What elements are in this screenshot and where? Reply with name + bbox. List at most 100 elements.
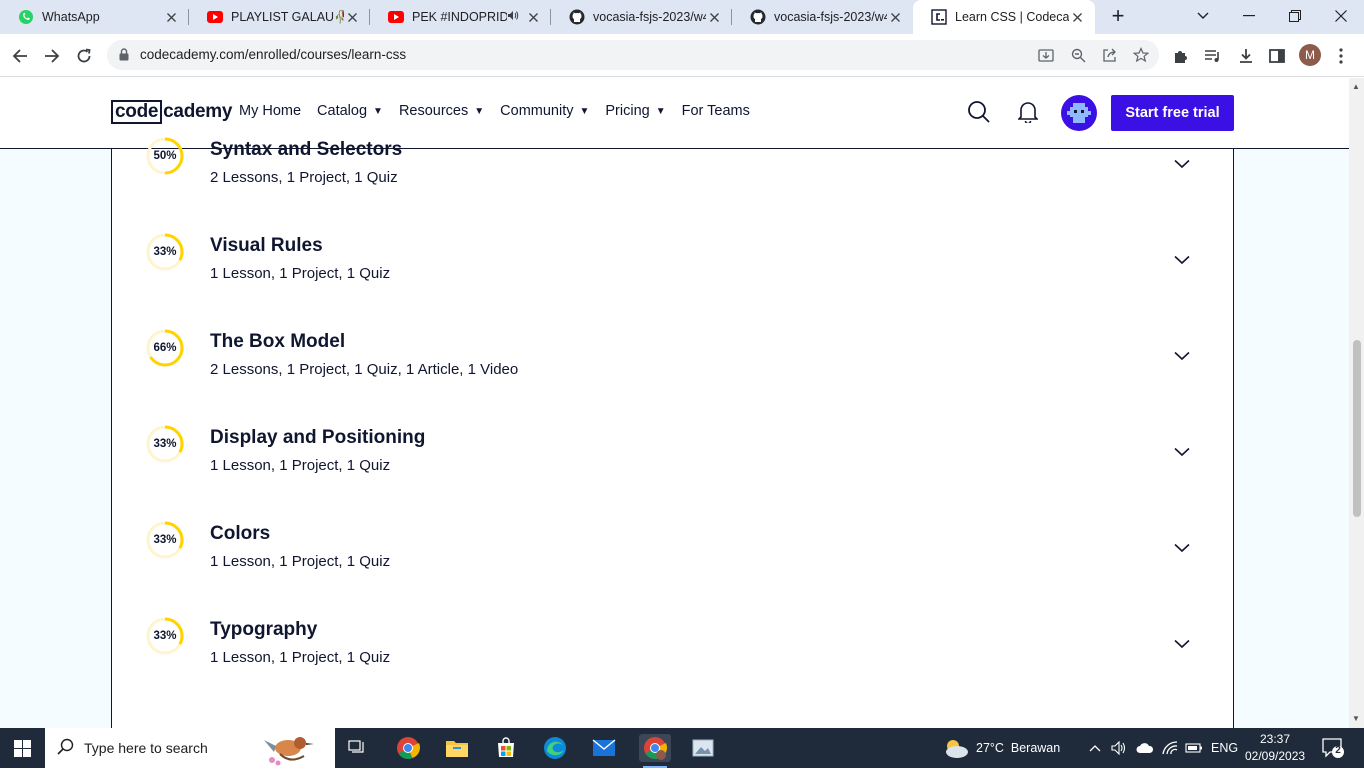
progress-percent: 50%: [153, 150, 177, 162]
module-row[interactable]: 33% Colors 1 Lesson, 1 Project, 1 Quiz: [112, 487, 1233, 583]
progress-ring: 33%: [145, 424, 185, 464]
chevron-down-icon: [1197, 12, 1209, 19]
mail-icon[interactable]: [590, 734, 618, 762]
module-row[interactable]: 33% Visual Rules 1 Lesson, 1 Project, 1 Qu…: [112, 199, 1233, 295]
module-row[interactable]: 33% Typography 1 Lesson, 1 Project, 1 Quiz: [112, 583, 1233, 679]
progress-ring: 33%: [145, 520, 185, 560]
progress-ring: 33%: [145, 232, 185, 272]
progress-percent: 33%: [153, 630, 177, 642]
chevron-down-icon[interactable]: [1174, 444, 1190, 457]
chevron-down-icon[interactable]: [1174, 156, 1190, 169]
progress-ring: 33%: [145, 616, 185, 656]
scroll-up-arrow-icon[interactable]: ▲: [1352, 82, 1360, 91]
show-hidden-icons-button[interactable]: [1089, 728, 1101, 768]
browser-tab[interactable]: PEK #INDOPRIDE: [370, 0, 551, 34]
chrome-profile-taskbar-icon[interactable]: [639, 734, 671, 768]
module-title: Typography: [210, 619, 318, 640]
lock-icon[interactable]: [119, 48, 129, 66]
wifi-icon[interactable]: [1161, 728, 1179, 768]
tab-title: Learn CSS | Codecade: [955, 10, 1069, 24]
codecademy-icon: [931, 9, 947, 25]
onedrive-icon[interactable]: [1136, 728, 1154, 768]
close-tab-icon[interactable]: [525, 9, 541, 25]
close-tab-icon[interactable]: [706, 9, 722, 25]
module-row[interactable]: 50% Syntax and Selectors 2 Lessons, 1 Proj…: [112, 103, 1233, 199]
tab-title: vocasia-fsjs-2023/w4p: [774, 10, 887, 24]
browser-tab[interactable]: vocasia-fsjs-2023/w4p: [551, 0, 732, 34]
progress-ring: 50%: [145, 136, 185, 176]
side-panel-icon[interactable]: [1266, 45, 1288, 67]
close-window-button[interactable]: [1318, 0, 1364, 32]
new-tab-button[interactable]: +: [1106, 4, 1130, 30]
chevron-up-icon: [1089, 745, 1101, 752]
scrollbar-thumb[interactable]: [1353, 340, 1361, 517]
edge-browser-icon[interactable]: [541, 734, 569, 762]
omnibox[interactable]: codecademy.com/enrolled/courses/learn-cs…: [107, 40, 1159, 70]
share-icon[interactable]: [1101, 46, 1119, 64]
page-scrollbar[interactable]: ▲ ▼: [1349, 78, 1364, 728]
profile-avatar[interactable]: M: [1299, 44, 1321, 66]
close-tab-icon[interactable]: [344, 9, 360, 25]
language-indicator[interactable]: ENG: [1211, 728, 1238, 768]
weather-widget[interactable]: 27°C Berawan: [942, 728, 1060, 768]
install-app-icon[interactable]: [1037, 46, 1055, 64]
forward-button[interactable]: [39, 43, 65, 69]
github-icon: [569, 9, 585, 25]
browser-tab[interactable]: WhatsApp: [0, 0, 189, 34]
youtube-icon: [207, 9, 223, 25]
browser-menu-icon[interactable]: [1330, 45, 1352, 67]
browser-tab[interactable]: vocasia-fsjs-2023/w4p: [732, 0, 913, 34]
browser-tab[interactable]: Learn CSS | Codecade: [913, 0, 1095, 34]
module-row[interactable]: 66% The Box Model 2 Lessons, 1 Project, 1 …: [112, 295, 1233, 391]
task-view-icon[interactable]: [344, 734, 372, 762]
chevron-down-icon[interactable]: [1174, 252, 1190, 265]
battery-icon[interactable]: [1185, 728, 1203, 768]
bookmark-star-icon[interactable]: [1132, 46, 1150, 64]
restore-button[interactable]: [1272, 0, 1318, 32]
browser-tab[interactable]: PLAYLIST GALAU🥀 ||: [189, 0, 370, 34]
downloads-icon[interactable]: [1235, 45, 1257, 67]
reload-button[interactable]: [71, 43, 97, 69]
youtube-icon: [388, 9, 404, 25]
zoom-icon[interactable]: [1069, 46, 1087, 64]
minimize-icon: [1243, 15, 1255, 17]
file-explorer-icon[interactable]: [443, 734, 471, 762]
photos-app-icon[interactable]: [689, 734, 717, 762]
module-summary: 1 Lesson, 1 Project, 1 Quiz: [210, 553, 391, 570]
module-summary: 1 Lesson, 1 Project, 1 Quiz: [210, 457, 391, 474]
minimize-button[interactable]: [1226, 0, 1272, 32]
close-tab-icon[interactable]: [163, 9, 179, 25]
module-summary: 2 Lessons, 1 Project, 1 Quiz, 1 Article,…: [210, 361, 519, 378]
tab-title: PEK #INDOPRIDE: [412, 10, 507, 24]
back-button[interactable]: [7, 43, 33, 69]
volume-icon[interactable]: [1111, 728, 1127, 768]
close-tab-icon[interactable]: [887, 9, 903, 25]
progress-percent: 33%: [153, 438, 177, 450]
web-page: code cademy My Home Catalog ▼ Resources ▼ Com…: [0, 78, 1364, 728]
media-queue-icon[interactable]: [1202, 45, 1224, 67]
module-title: The Box Model: [210, 331, 346, 352]
close-tab-icon[interactable]: [1069, 9, 1085, 25]
tab-title: PLAYLIST GALAU🥀 ||: [231, 9, 344, 24]
url-text[interactable]: codecademy.com/enrolled/courses/learn-cs…: [140, 47, 406, 62]
search-placeholder: Type here to search: [84, 740, 208, 756]
chrome-taskbar-icon[interactable]: [394, 734, 422, 762]
scroll-down-arrow-icon[interactable]: ▼: [1352, 714, 1360, 723]
module-title: Syntax and Selectors: [210, 139, 403, 160]
chevron-down-icon[interactable]: [1174, 540, 1190, 553]
system-clock[interactable]: 23:37 02/09/2023: [1245, 731, 1305, 765]
microsoft-store-icon[interactable]: [492, 734, 520, 762]
module-row[interactable]: 33% Display and Positioning 1 Lesson, 1 Pr…: [112, 391, 1233, 487]
browser-tab-strip: WhatsApp PLAYLIST GALAU🥀 || PEK #INDOPRIDE…: [0, 0, 1364, 34]
taskbar-search-box[interactable]: Type here to search: [45, 728, 335, 768]
address-toolbar: codecademy.com/enrolled/courses/learn-cs…: [0, 34, 1364, 77]
tab-search-button[interactable]: [1180, 0, 1226, 32]
cloudy-weather-icon: [946, 740, 968, 758]
chevron-down-icon[interactable]: [1174, 348, 1190, 361]
start-button[interactable]: [0, 728, 45, 768]
extensions-puzzle-icon[interactable]: [1170, 45, 1192, 67]
chevron-down-icon[interactable]: [1174, 636, 1190, 649]
notification-center-button[interactable]: 2: [1322, 738, 1344, 758]
progress-percent: 33%: [153, 246, 177, 258]
audio-playing-icon[interactable]: [507, 10, 519, 24]
